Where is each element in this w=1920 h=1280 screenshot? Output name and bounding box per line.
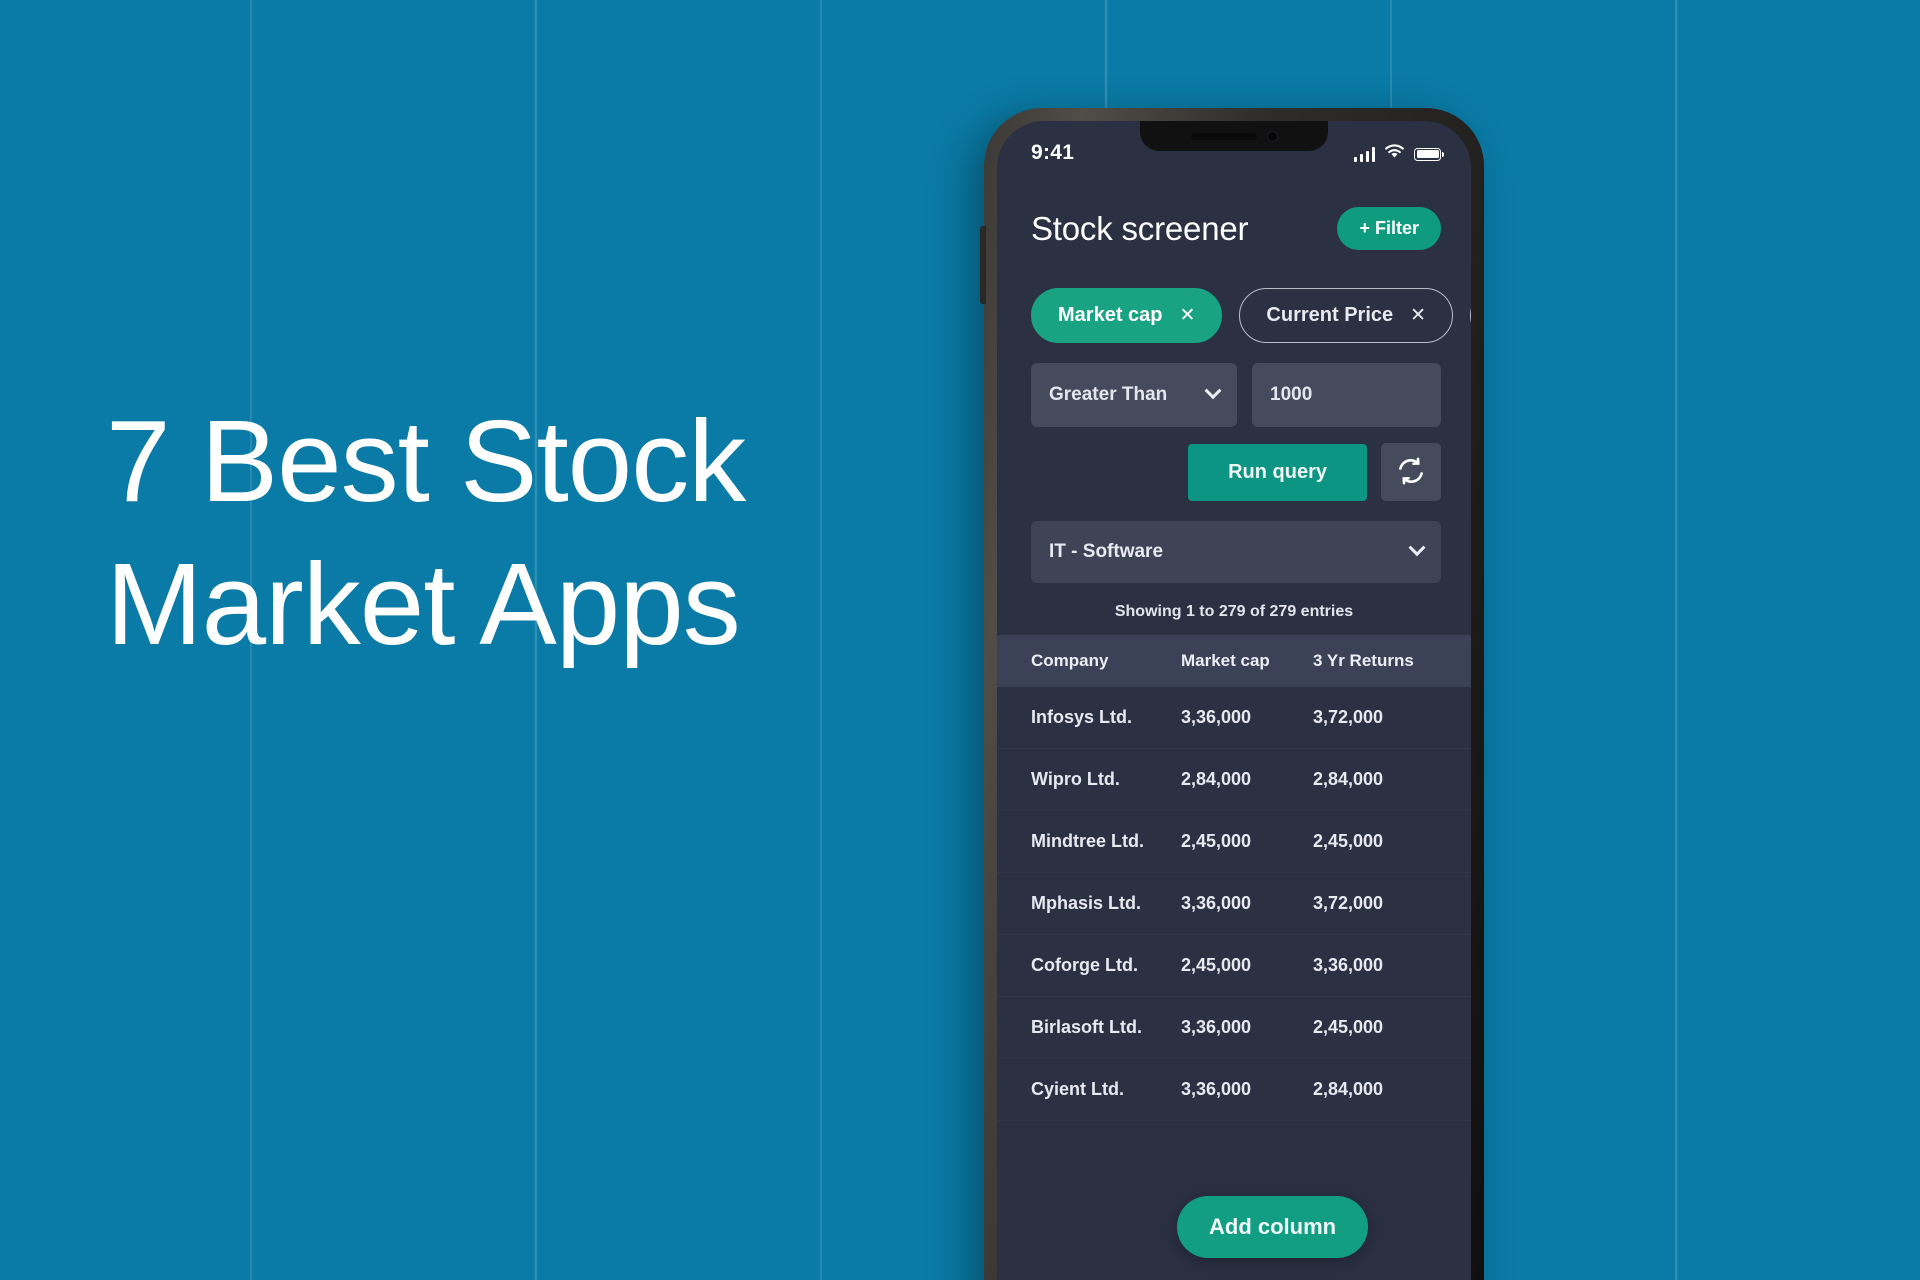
query-area: Greater Than 1000 Run query xyxy=(997,343,1471,501)
refresh-icon xyxy=(1396,456,1426,489)
cell-market-cap: 2,84,000 xyxy=(1181,769,1252,789)
sector-select-value: IT - Software xyxy=(1049,541,1164,562)
status-icons xyxy=(1353,141,1444,164)
table-row[interactable]: Mphasis Ltd. 3,36,000 3,72,000 xyxy=(997,873,1471,935)
wifi-icon xyxy=(1384,144,1405,164)
value-input-text: 1000 xyxy=(1270,384,1313,405)
page-title: 7 Best Stock Market Apps xyxy=(106,396,746,669)
app-title: Stock screener xyxy=(1031,209,1249,247)
column-header-company[interactable]: Company xyxy=(1031,651,1181,671)
table-header: Company Market cap 3 Yr Returns xyxy=(997,635,1471,687)
phone-screen: 9:41 Stock screener + Filter Market cap … xyxy=(997,121,1471,1280)
cell-3yr-returns: 2,84,000 xyxy=(1313,1079,1384,1099)
sector-select[interactable]: IT - Software xyxy=(1031,521,1441,583)
earpiece-speaker-icon xyxy=(1190,132,1257,140)
cell-3yr-returns: 2,45,000 xyxy=(1313,831,1384,851)
signal-bars-icon xyxy=(1353,146,1375,162)
column-header-market-cap[interactable]: Market cap xyxy=(1181,651,1313,671)
status-time: 9:41 xyxy=(1031,141,1075,164)
run-query-button[interactable]: Run query xyxy=(1188,443,1367,501)
table-row[interactable]: Infosys Ltd. 3,36,000 3,72,000 xyxy=(997,687,1471,749)
cell-market-cap: 2,45,000 xyxy=(1181,955,1252,975)
chevron-down-icon xyxy=(1204,382,1222,400)
cell-company: Infosys Ltd. xyxy=(1031,707,1133,727)
table-row[interactable]: Birlasoft Ltd. 3,36,000 2,45,000 xyxy=(997,997,1471,1059)
filter-chip-current-price[interactable]: Current Price ✕ xyxy=(1239,288,1454,343)
filter-chip-label: Market cap xyxy=(1058,304,1163,326)
phone-frame: 9:41 Stock screener + Filter Market cap … xyxy=(980,108,1484,1280)
cell-market-cap: 3,36,000 xyxy=(1181,893,1252,913)
cell-company: Cyient Ltd. xyxy=(1031,1079,1124,1099)
phone-side-button[interactable] xyxy=(980,226,986,304)
battery-icon xyxy=(1414,147,1444,161)
condition-select-value: Greater Than xyxy=(1049,384,1168,405)
cell-market-cap: 2,45,000 xyxy=(1181,831,1252,851)
add-filter-button[interactable]: + Filter xyxy=(1337,207,1441,250)
filter-chip-3yr-returns[interactable]: 3 Yr Ret xyxy=(1470,288,1471,343)
app-header: Stock screener + Filter xyxy=(997,185,1471,250)
cell-3yr-returns: 2,45,000 xyxy=(1313,1017,1384,1037)
add-column-button[interactable]: Add column xyxy=(1177,1196,1369,1258)
cell-3yr-returns: 3,72,000 xyxy=(1313,707,1384,727)
cell-company: Wipro Ltd. xyxy=(1031,769,1120,789)
value-input[interactable]: 1000 xyxy=(1252,363,1441,427)
cell-company: Mindtree Ltd. xyxy=(1031,831,1144,851)
column-header-3yr-returns[interactable]: 3 Yr Returns xyxy=(1313,651,1441,671)
cell-company: Birlasoft Ltd. xyxy=(1031,1017,1142,1037)
cell-company: Mphasis Ltd. xyxy=(1031,893,1142,913)
close-icon[interactable]: ✕ xyxy=(1180,306,1196,325)
phone-mockup: 9:41 Stock screener + Filter Market cap … xyxy=(980,108,1484,1280)
filter-chip-market-cap[interactable]: Market cap ✕ xyxy=(1031,288,1223,343)
query-row: Greater Than 1000 xyxy=(1031,363,1441,427)
phone-notch xyxy=(1140,121,1328,151)
front-camera-icon xyxy=(1266,130,1278,142)
entries-label: Showing 1 to 279 of 279 entries xyxy=(1114,603,1354,620)
cell-market-cap: 3,36,000 xyxy=(1181,707,1252,727)
table-row[interactable]: Cyient Ltd. 3,36,000 2,84,000 xyxy=(997,1059,1471,1121)
chevron-down-icon xyxy=(1408,539,1426,557)
action-row: Run query xyxy=(1031,443,1441,501)
refresh-button[interactable] xyxy=(1381,443,1441,501)
condition-select[interactable]: Greater Than xyxy=(1031,363,1237,427)
results-table: Company Market cap 3 Yr Returns Infosys … xyxy=(997,635,1471,1121)
cell-3yr-returns: 3,72,000 xyxy=(1313,893,1384,913)
table-row[interactable]: Coforge Ltd. 2,45,000 3,36,000 xyxy=(997,935,1471,997)
close-icon[interactable]: ✕ xyxy=(1410,306,1426,325)
cell-company: Coforge Ltd. xyxy=(1031,955,1138,975)
table-row[interactable]: Mindtree Ltd. 2,45,000 2,45,000 xyxy=(997,811,1471,873)
cell-market-cap: 3,36,000 xyxy=(1181,1017,1252,1037)
cell-3yr-returns: 2,84,000 xyxy=(1313,769,1384,789)
table-row[interactable]: Wipro Ltd. 2,84,000 2,84,000 xyxy=(997,749,1471,811)
cell-market-cap: 3,36,000 xyxy=(1181,1079,1252,1099)
filter-chips: Market cap ✕ Current Price ✕ 3 Yr Ret xyxy=(997,250,1471,343)
cell-3yr-returns: 3,36,000 xyxy=(1313,955,1384,975)
filter-chip-label: Current Price xyxy=(1266,304,1394,326)
